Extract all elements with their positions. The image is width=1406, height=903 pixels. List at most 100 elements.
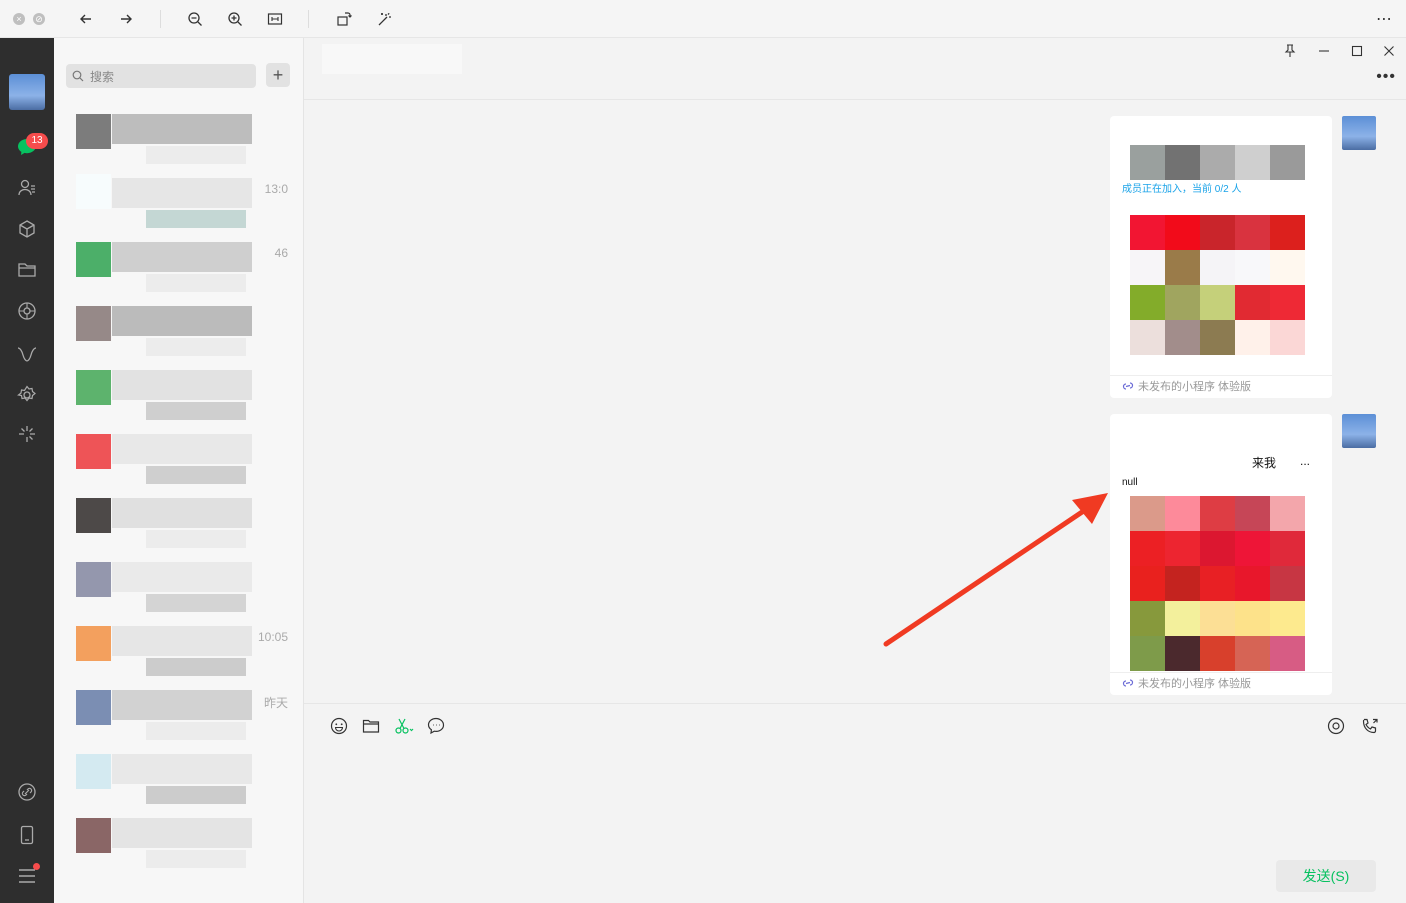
search-input[interactable]: 搜索 <box>66 64 256 88</box>
close-icon[interactable] <box>1379 42 1399 60</box>
mosaic-tile <box>1165 145 1200 180</box>
avatar <box>1342 116 1376 150</box>
list-item[interactable] <box>54 428 303 492</box>
list-item[interactable] <box>54 300 303 364</box>
mosaic-tile <box>1200 496 1235 531</box>
minimize-icon[interactable] <box>1314 42 1334 60</box>
mosaic-tile <box>1130 531 1165 566</box>
miniprogram-card[interactable]: 成员正在加入，当前 0/2 人 未发布的小程序 体验版 <box>1110 116 1332 398</box>
avatar <box>76 498 111 533</box>
channels-icon[interactable] <box>15 342 39 366</box>
search-icon <box>72 70 84 82</box>
mosaic-tile <box>1235 566 1270 601</box>
avatar <box>76 562 111 597</box>
miniprogram-icon[interactable] <box>15 422 39 446</box>
chat-history-icon[interactable] <box>426 716 446 736</box>
mosaic-tile <box>1270 320 1305 355</box>
mosaic-tile <box>1165 215 1200 250</box>
avatar <box>76 754 111 789</box>
link-icon[interactable] <box>15 780 39 804</box>
moments-icon[interactable] <box>15 299 39 323</box>
contacts-icon[interactable] <box>15 176 39 200</box>
list-item-time: 10:05 <box>257 630 288 644</box>
mosaic-tile <box>1270 285 1305 320</box>
fit-icon[interactable] <box>265 9 285 29</box>
miniprogram-card[interactable]: 来我 ... null 未发布的小程序 体验版 <box>1110 414 1332 695</box>
search-placeholder: 搜索 <box>90 69 115 84</box>
magic-icon[interactable] <box>374 9 394 29</box>
mosaic-tile <box>1200 531 1235 566</box>
more-icon[interactable]: ⋯ <box>1374 9 1394 29</box>
list-item[interactable]: 13:0 <box>54 172 303 236</box>
mosaic-tile <box>1200 636 1235 671</box>
card-title-ellipsis: ... <box>1300 454 1311 468</box>
screenshot-scissors-icon[interactable] <box>394 716 414 736</box>
mosaic-tile <box>1165 566 1200 601</box>
card-header-image <box>1130 145 1305 180</box>
card-value-text: null <box>1122 477 1138 488</box>
chat-header: ••• <box>304 38 1406 100</box>
stop-dot-icon[interactable]: ⊘ <box>29 9 49 29</box>
list-item[interactable]: 昨天 <box>54 684 303 748</box>
voice-call-icon[interactable] <box>1360 716 1380 736</box>
phone-icon[interactable] <box>15 823 39 847</box>
mosaic-tile <box>1235 285 1270 320</box>
list-item[interactable] <box>54 812 303 876</box>
list-item[interactable] <box>54 492 303 556</box>
avatar <box>76 370 111 405</box>
mosaic-tile <box>1200 215 1235 250</box>
mosaic-tile <box>1130 636 1165 671</box>
viewer-toolbar: × ⊘ ⋯ <box>0 0 1406 38</box>
list-item[interactable]: 46 <box>54 236 303 300</box>
emoji-icon[interactable] <box>329 716 349 736</box>
mosaic-tile <box>1165 320 1200 355</box>
list-item[interactable] <box>54 108 303 172</box>
list-item-time: 昨天 <box>263 696 288 710</box>
list-item-time: 46 <box>274 246 288 260</box>
chat-more-icon[interactable]: ••• <box>1376 68 1396 86</box>
maximize-icon[interactable] <box>1347 42 1367 60</box>
card-footer: 未发布的小程序 体验版 <box>1122 378 1251 394</box>
mosaic-tile <box>1200 320 1235 355</box>
zoom-out-icon[interactable] <box>185 9 205 29</box>
mosaic-tile <box>1130 601 1165 636</box>
mosaic-tile <box>1235 145 1270 180</box>
nav-rail: 13 <box>0 38 54 903</box>
avatar <box>76 690 111 725</box>
send-button[interactable]: 发送(S) <box>1276 860 1376 892</box>
forward-arrow-icon[interactable] <box>116 9 136 29</box>
member-status-text: 成员正在加入，当前 0/2 人 <box>1122 184 1242 195</box>
file-folder-icon[interactable] <box>361 716 381 736</box>
mosaic-tile <box>1235 496 1270 531</box>
live-stream-icon[interactable] <box>1326 716 1346 736</box>
card-cover-image <box>1130 215 1305 355</box>
card-cover-image <box>1130 496 1305 671</box>
mosaic-tile <box>1270 145 1305 180</box>
message-input-area[interactable]: 发送(S) <box>304 703 1406 903</box>
mosaic-tile <box>1130 145 1165 180</box>
pin-icon[interactable] <box>1280 42 1300 60</box>
list-item[interactable] <box>54 364 303 428</box>
settings-gear-icon[interactable] <box>15 383 39 407</box>
avatar <box>76 434 111 469</box>
card-footer: 未发布的小程序 体验版 <box>1122 675 1251 691</box>
zoom-in-icon[interactable] <box>225 9 245 29</box>
close-dot-icon[interactable]: × <box>9 9 29 29</box>
list-item[interactable]: 10:05 <box>54 620 303 684</box>
mosaic-tile <box>1270 636 1305 671</box>
rotate-icon[interactable] <box>334 9 354 29</box>
add-button[interactable]: + <box>266 63 290 87</box>
box-icon[interactable] <box>15 217 39 241</box>
list-item[interactable] <box>54 748 303 812</box>
mosaic-tile <box>1165 285 1200 320</box>
mosaic-tile <box>1165 601 1200 636</box>
folder-icon[interactable] <box>15 258 39 282</box>
list-item[interactable] <box>54 556 303 620</box>
miniprogram-link-icon <box>1122 382 1134 390</box>
mosaic-tile <box>1235 250 1270 285</box>
avatar[interactable] <box>9 74 45 110</box>
back-arrow-icon[interactable] <box>76 9 96 29</box>
card-footer-text: 未发布的小程序 体验版 <box>1138 678 1252 690</box>
avatar <box>76 306 111 341</box>
mosaic-tile <box>1130 496 1165 531</box>
